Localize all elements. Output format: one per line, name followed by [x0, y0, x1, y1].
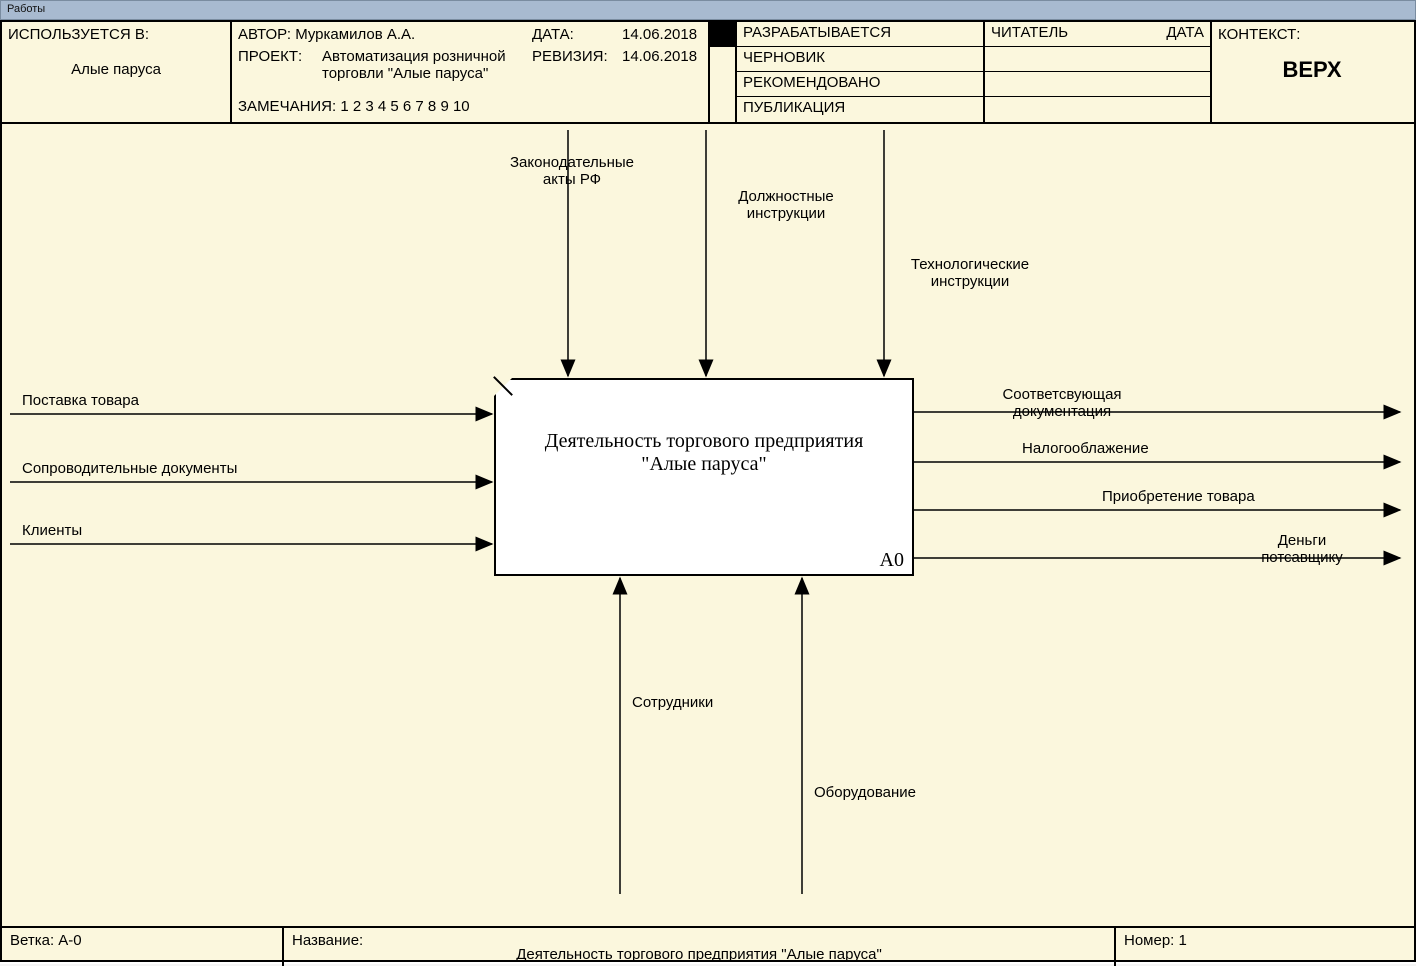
number-label: Номер:: [1124, 932, 1174, 949]
control-tech-l1: Технологические: [911, 256, 1029, 273]
revision-value: 14.06.2018: [622, 48, 697, 65]
input-clients-label: Клиенты: [22, 522, 82, 539]
branch-label: Ветка:: [10, 932, 54, 949]
footer-number: Номер: 1: [1116, 928, 1412, 966]
context-box[interactable]: Деятельность торгового предприятия "Алые…: [494, 378, 914, 576]
status-developing: РАЗРАБАТЫВАЕТСЯ: [737, 22, 983, 47]
used-in-label: ИСПОЛЬЗУЕТСЯ В:: [8, 26, 224, 43]
footer: Ветка: A-0 Название: Деятельность торгов…: [2, 926, 1414, 966]
reader-row-4: [985, 97, 1210, 122]
output-money-label: Деньги потсавщику: [1242, 532, 1362, 566]
number-value: 1: [1179, 932, 1187, 949]
project-label: ПРОЕКТ:: [238, 48, 302, 65]
mech-equip-label: Оборудование: [814, 784, 916, 801]
reader-date-label: ДАТА: [1166, 24, 1204, 41]
status-draft: ЧЕРНОВИК: [737, 47, 983, 72]
input-docs-label: Сопроводительные документы: [22, 460, 237, 477]
header-status-mark: [710, 22, 737, 122]
window-titlebar: Работы: [0, 0, 1416, 20]
notes-value: 1 2 3 4 5 6 7 8 9 10: [340, 98, 469, 115]
mech-staff-label: Сотрудники: [632, 694, 713, 711]
author-label: АВТОР:: [238, 26, 291, 43]
control-job-label: Должностные инструкции: [716, 188, 856, 222]
header-status: РАЗРАБАТЫВАЕТСЯ ЧЕРНОВИК РЕКОМЕНДОВАНО П…: [737, 22, 985, 122]
date-label: ДАТА:: [532, 26, 574, 43]
control-laws-label: Законодательные акты РФ: [492, 154, 652, 188]
revision-label: РЕВИЗИЯ:: [532, 48, 608, 65]
control-laws-l1: Законодательные: [510, 154, 634, 171]
date-value: 14.06.2018: [622, 26, 697, 43]
notes-label: ЗАМЕЧАНИЯ:: [238, 98, 336, 115]
footer-name: Название: Деятельность торгового предпри…: [284, 928, 1116, 966]
control-job-l1: Должностные: [738, 188, 834, 205]
header: ИСПОЛЬЗУЕТСЯ В: Алые паруса АВТОР: Мурка…: [2, 22, 1414, 124]
diagram-canvas: Деятельность торгового предприятия "Алые…: [2, 124, 1414, 926]
status-publication: ПУБЛИКАЦИЯ: [737, 97, 983, 122]
box-title: Деятельность торгового предприятия "Алые…: [496, 380, 912, 476]
output-tax-label: Налогооблажение: [1022, 440, 1149, 457]
project-value: Автоматизация розничной торговли "Алые п…: [322, 48, 532, 82]
status-recommended: РЕКОМЕНДОВАНО: [737, 72, 983, 97]
window-title: Работы: [7, 3, 45, 15]
header-used-in: ИСПОЛЬЗУЕТСЯ В: Алые паруса: [2, 22, 232, 122]
control-tech-l2: инструкции: [931, 273, 1010, 290]
context-value: ВЕРХ: [1218, 57, 1406, 83]
header-reader: ЧИТАТЕЛЬ ДАТА: [985, 22, 1212, 122]
output-corresp-label: Соответсвующая документация: [972, 386, 1152, 420]
status-marker: [710, 22, 735, 47]
context-label: КОНТЕКСТ:: [1218, 26, 1406, 43]
diagram-frame: ИСПОЛЬЗУЕТСЯ В: Алые паруса АВТОР: Мурка…: [0, 20, 1416, 962]
used-in-value: Алые паруса: [8, 61, 224, 78]
control-tech-label: Технологические инструкции: [890, 256, 1050, 290]
output-corresp-l2: документация: [1013, 403, 1111, 420]
author-value: Муркамилов А.А.: [295, 26, 415, 43]
output-purchase-label: Приобретение товара: [1102, 488, 1255, 505]
reader-row: ЧИТАТЕЛЬ ДАТА: [985, 22, 1210, 47]
input-supply-label: Поставка товара: [22, 392, 139, 409]
output-money-l2: потсавщику: [1261, 549, 1343, 566]
header-context: КОНТЕКСТ: ВЕРХ: [1212, 22, 1412, 122]
header-project: АВТОР: Муркамилов А.А. ДАТА: 14.06.2018 …: [232, 22, 710, 122]
box-code: A0: [880, 549, 904, 572]
box-title-line1: Деятельность торгового предприятия: [545, 430, 864, 452]
control-laws-l2: акты РФ: [543, 171, 601, 188]
reader-label: ЧИТАТЕЛЬ: [991, 24, 1068, 41]
reader-row-3: [985, 72, 1210, 97]
reader-row-2: [985, 47, 1210, 72]
output-money-l1: Деньги: [1278, 532, 1326, 549]
output-corresp-l1: Соответсвующая: [1002, 386, 1121, 403]
control-job-l2: инструкции: [747, 205, 826, 222]
name-value: Деятельность торгового предприятия "Алые…: [516, 946, 882, 963]
name-label: Название:: [292, 932, 363, 949]
branch-value: A-0: [58, 932, 81, 949]
box-title-line2: "Алые паруса": [641, 453, 766, 475]
footer-branch: Ветка: A-0: [2, 928, 284, 966]
